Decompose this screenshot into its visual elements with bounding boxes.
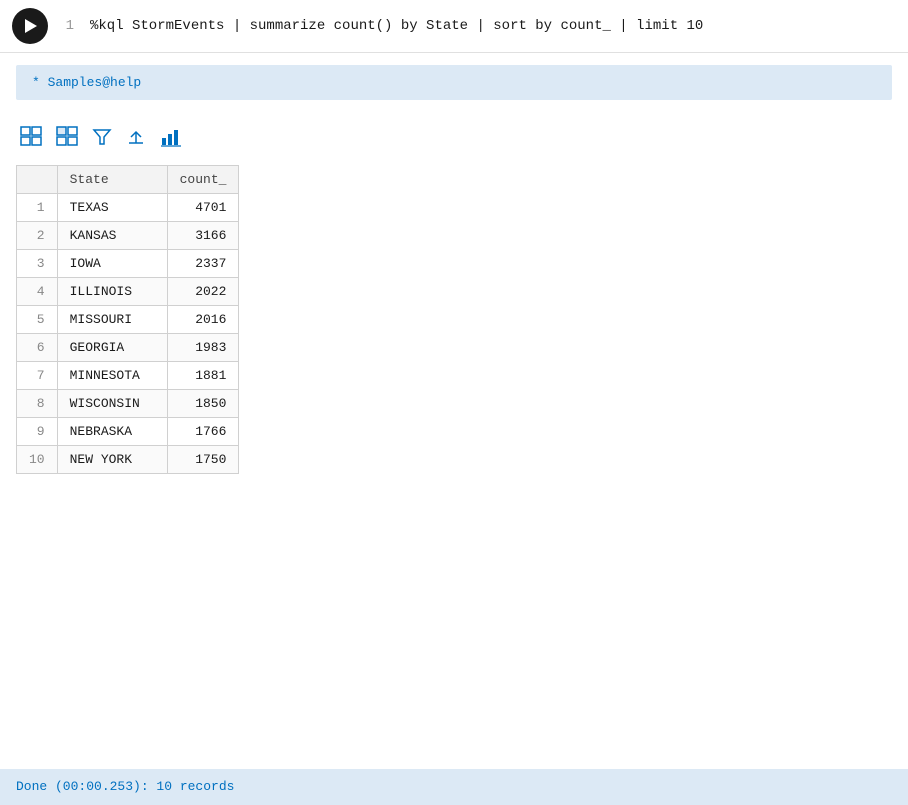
query-text[interactable]: %kql StormEvents | summarize count() by … [90,18,703,34]
col-header-state[interactable]: State [57,166,167,194]
cell-count: 3166 [167,222,239,250]
cell-rownum: 4 [17,278,58,306]
export-icon[interactable] [122,125,150,155]
table-view-icon[interactable] [16,124,46,155]
info-text: * Samples@help [32,75,141,90]
cell-count: 1983 [167,334,239,362]
toolbar [16,124,892,155]
table-row: 6GEORGIA1983 [17,334,239,362]
status-bar: Done (00:00.253): 10 records [0,769,908,805]
cell-rownum: 1 [17,194,58,222]
cell-state: KANSAS [57,222,167,250]
cell-rownum: 5 [17,306,58,334]
cell-rownum: 7 [17,362,58,390]
line-number: 1 [60,18,90,34]
status-text: Done (00:00.253): 10 records [16,779,234,794]
table-row: 8WISCONSIN1850 [17,390,239,418]
results-table: State count_ 1TEXAS47012KANSAS31663IOWA2… [16,165,239,474]
cell-state: WISCONSIN [57,390,167,418]
cell-rownum: 10 [17,446,58,474]
pivot-view-icon[interactable] [52,124,82,155]
col-header-count[interactable]: count_ [167,166,239,194]
chart-icon[interactable] [156,125,186,155]
cell-rownum: 8 [17,390,58,418]
table-row: 4ILLINOIS2022 [17,278,239,306]
filter-icon[interactable] [88,125,116,155]
table-row: 3IOWA2337 [17,250,239,278]
run-icon [25,19,37,33]
info-bar: * Samples@help [16,65,892,100]
table-row: 9NEBRASKA1766 [17,418,239,446]
table-row: 2KANSAS3166 [17,222,239,250]
run-button[interactable] [12,8,48,44]
cell-state: MISSOURI [57,306,167,334]
cell-count: 2337 [167,250,239,278]
col-header-rownum [17,166,58,194]
cell-rownum: 9 [17,418,58,446]
cell-count: 1850 [167,390,239,418]
cell-count: 4701 [167,194,239,222]
cell-rownum: 2 [17,222,58,250]
table-row: 10NEW YORK1750 [17,446,239,474]
cell-state: MINNESOTA [57,362,167,390]
cell-state: NEBRASKA [57,418,167,446]
cell-count: 2016 [167,306,239,334]
cell-rownum: 3 [17,250,58,278]
cell-state: ILLINOIS [57,278,167,306]
results-area: State count_ 1TEXAS47012KANSAS31663IOWA2… [0,112,908,486]
table-row: 1TEXAS4701 [17,194,239,222]
cell-count: 1766 [167,418,239,446]
cell-state: NEW YORK [57,446,167,474]
table-row: 5MISSOURI2016 [17,306,239,334]
cell-count: 1750 [167,446,239,474]
cell-state: TEXAS [57,194,167,222]
cell-state: GEORGIA [57,334,167,362]
table-row: 7MINNESOTA1881 [17,362,239,390]
editor-area: 1 %kql StormEvents | summarize count() b… [0,0,908,53]
cell-state: IOWA [57,250,167,278]
cell-rownum: 6 [17,334,58,362]
cell-count: 2022 [167,278,239,306]
cell-count: 1881 [167,362,239,390]
